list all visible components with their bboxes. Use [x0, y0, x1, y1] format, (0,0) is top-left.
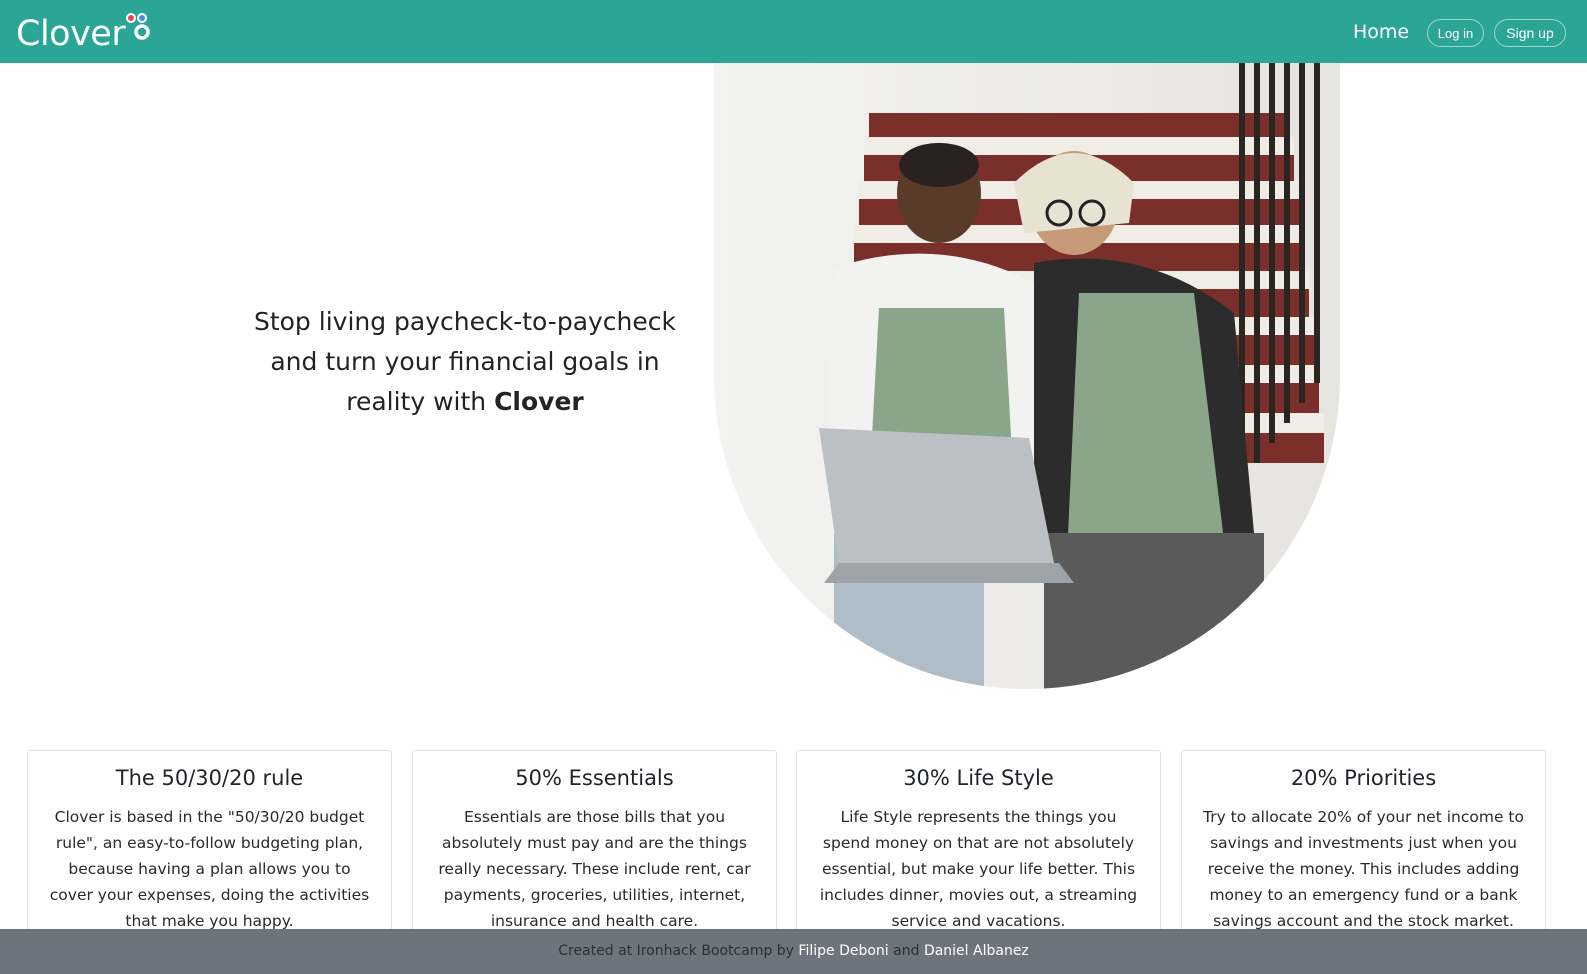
footer-joiner: and — [888, 943, 924, 959]
clover-logo[interactable]: Clover — [16, 8, 165, 56]
hero-line-2: and turn your financial goals in — [270, 347, 660, 376]
card-title: 50% Essentials — [515, 766, 674, 790]
footer-author-link-1[interactable]: Filipe Deboni — [798, 943, 888, 959]
hero-brand-word: Clover — [494, 387, 584, 416]
people-with-laptop-photo-icon — [714, 63, 1340, 689]
hero-photo — [714, 63, 1340, 689]
hero-line-1: Stop living paycheck-to-paycheck — [253, 307, 677, 336]
hero-line-3-text: reality with — [346, 387, 495, 416]
card-title: 30% Life Style — [903, 766, 1054, 790]
clover-leaf-icon — [125, 12, 165, 56]
login-button[interactable]: Log in — [1427, 19, 1484, 47]
card-body: Clover is based in the "50/30/20 budget … — [49, 808, 370, 930]
card-title: The 50/30/20 rule — [115, 766, 304, 790]
card-body: Try to allocate 20% of your net income t… — [1203, 808, 1524, 930]
nav-home-link[interactable]: Home — [1353, 20, 1409, 44]
footer: Created at Ironhack Bootcamp by Filipe D… — [0, 929, 1587, 974]
footer-prefix: Created at Ironhack Bootcamp by — [558, 943, 799, 959]
card-title: 20% Priorities — [1290, 766, 1437, 790]
hero-line-3: reality with Clover — [240, 382, 690, 422]
navbar: Clover Home Log in Sign up — [0, 0, 1587, 63]
hero-tagline: Stop living paycheck-to-paycheck and tur… — [240, 302, 690, 422]
card-body: Life Style represents the things you spe… — [819, 808, 1138, 930]
card-body: Essentials are those bills that you abso… — [438, 808, 751, 930]
logo-text: Clover — [16, 14, 126, 54]
signup-button[interactable]: Sign up — [1494, 19, 1566, 47]
footer-author-link-2[interactable]: Daniel Albanez — [924, 943, 1029, 959]
